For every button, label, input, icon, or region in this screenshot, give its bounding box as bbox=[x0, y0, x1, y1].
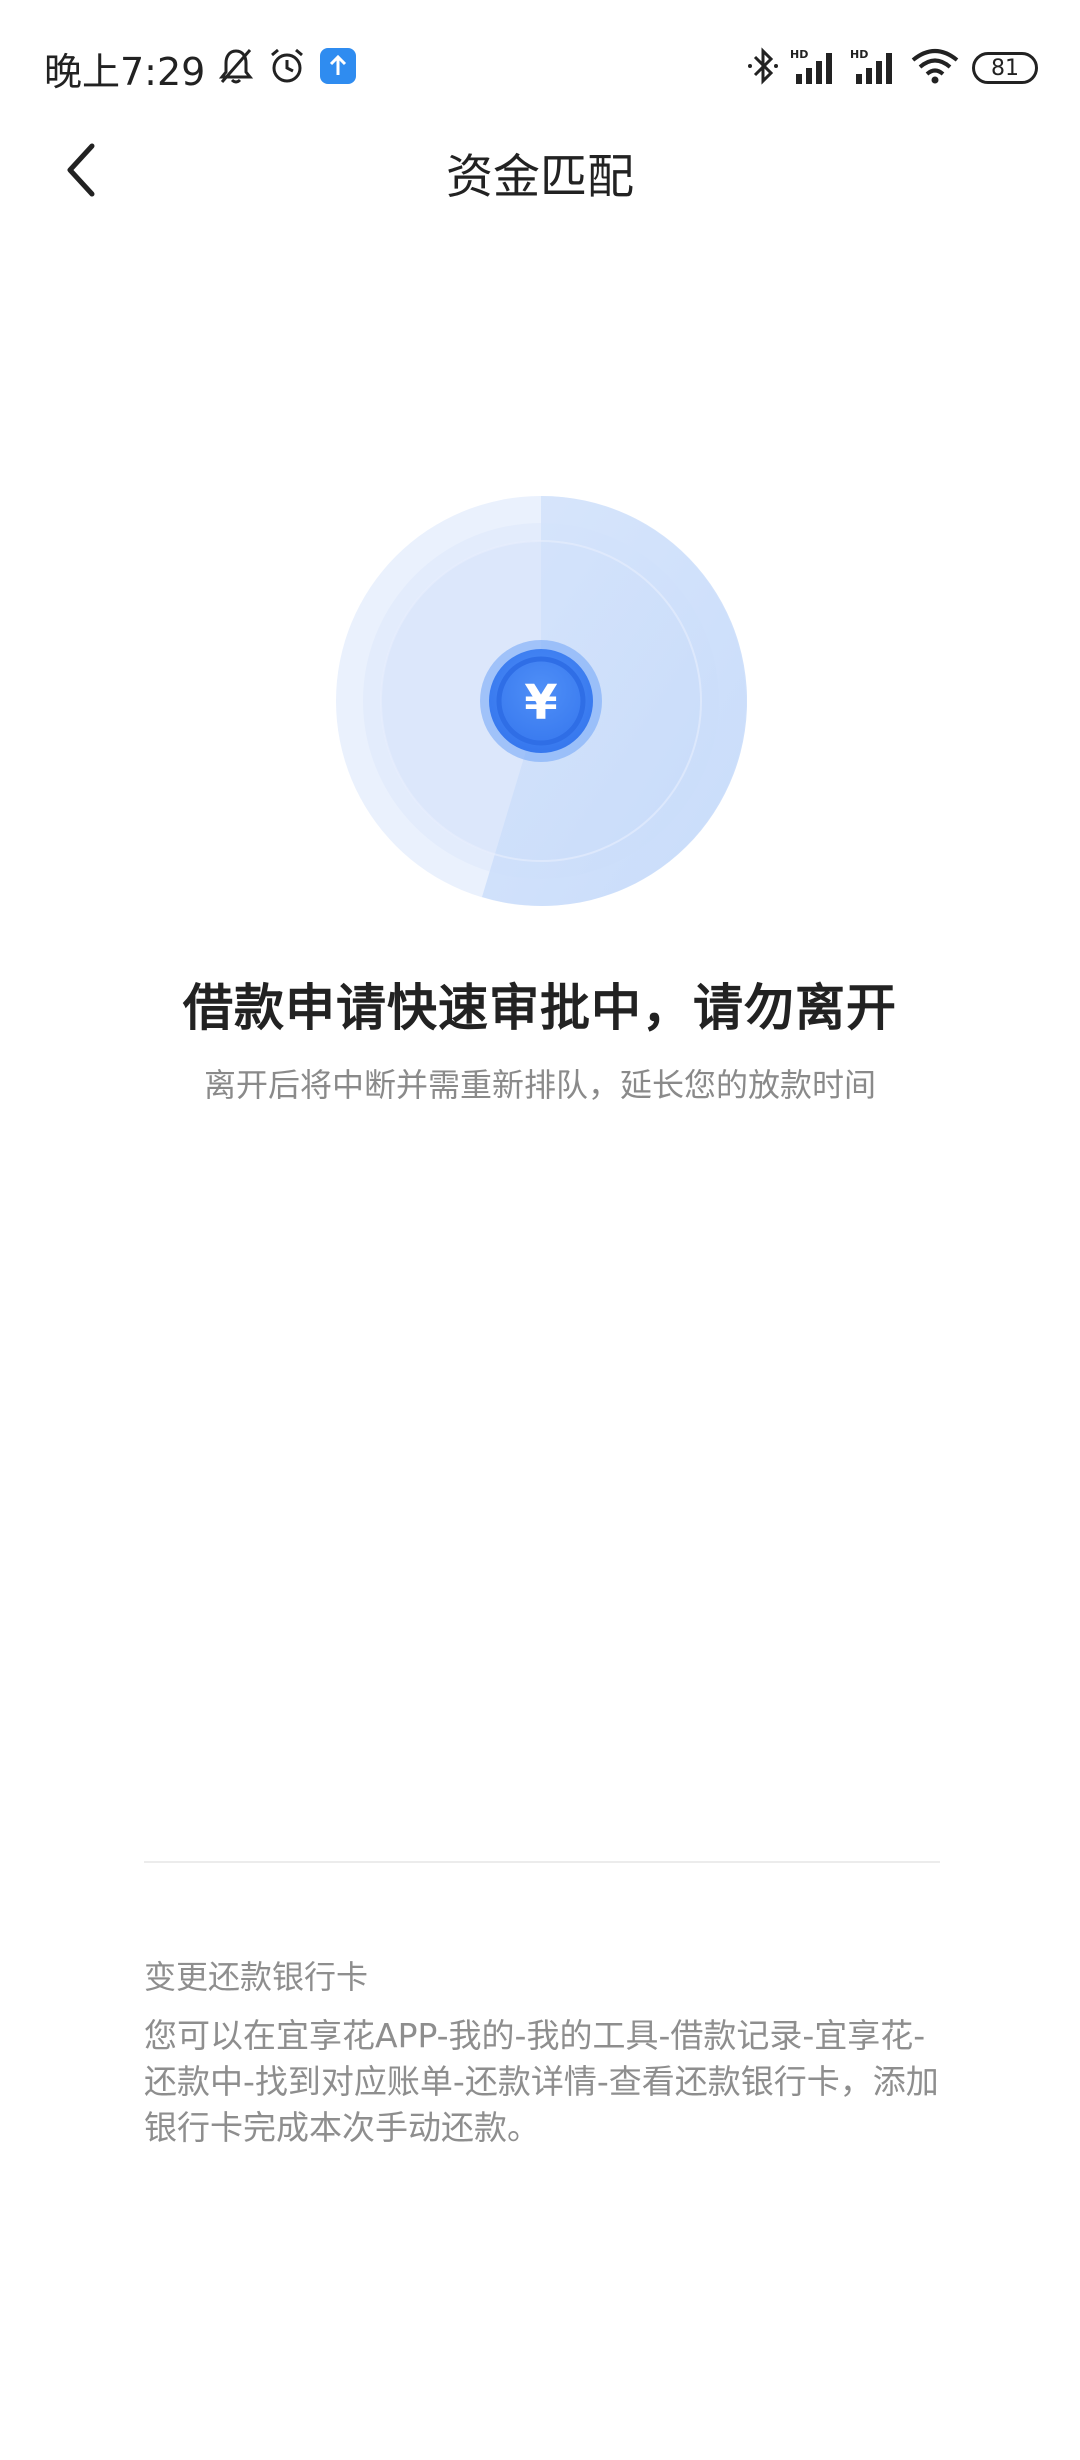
info-title: 变更还款银行卡 bbox=[144, 1958, 369, 1996]
alarm-icon bbox=[267, 46, 307, 90]
page-title: 资金匹配 bbox=[446, 150, 634, 205]
nav-bar: 资金匹配 bbox=[0, 124, 1080, 216]
status-bar: 晚上7:29 HD HD 81 bbox=[0, 0, 1080, 136]
divider bbox=[144, 1861, 940, 1863]
status-left: 晚上7:29 bbox=[44, 42, 357, 94]
upload-app-icon bbox=[319, 47, 357, 89]
status-time: 晚上7:29 bbox=[44, 49, 206, 94]
radar-animation: ¥ bbox=[335, 495, 748, 907]
svg-text:HD: HD bbox=[790, 48, 808, 61]
bluetooth-icon bbox=[746, 46, 780, 90]
status-headline: 借款申请快速审批中，请勿离开 bbox=[183, 979, 897, 1037]
battery-icon: 81 bbox=[972, 52, 1038, 84]
status-right: HD HD 81 bbox=[736, 44, 1038, 92]
yen-icon: ¥ bbox=[524, 675, 557, 731]
svg-text:HD: HD bbox=[850, 48, 868, 61]
signal-hd-icon: HD bbox=[850, 46, 900, 90]
status-subline: 离开后将中断并需重新排队，延长您的放款时间 bbox=[203, 1066, 876, 1104]
signal-hd-icon: HD bbox=[790, 46, 840, 90]
wifi-icon bbox=[910, 46, 960, 90]
info-body: 您可以在宜享花APP-我的-我的工具-借款记录-宜享花-还款中-找到对应账单-还… bbox=[144, 2016, 939, 2147]
battery-level: 81 bbox=[991, 55, 1019, 81]
mute-bell-icon bbox=[217, 46, 255, 90]
